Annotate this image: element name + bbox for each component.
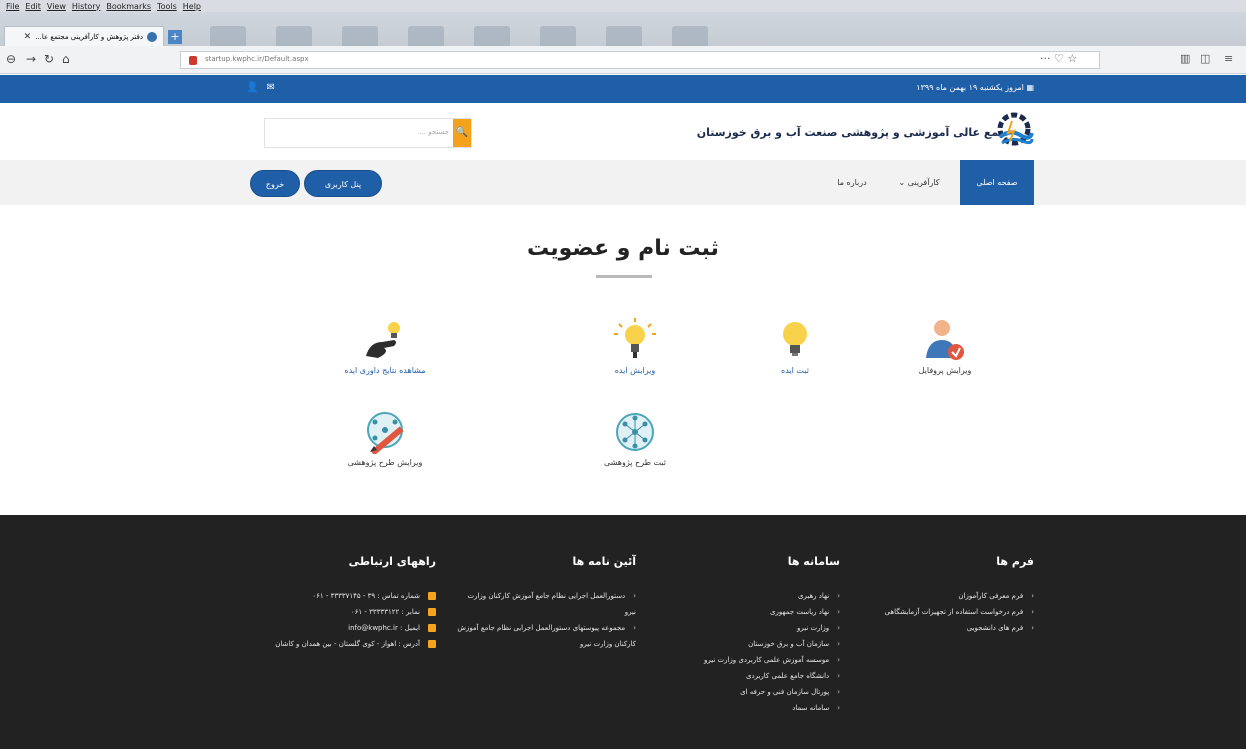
nav-home[interactable]: صفحه اصلی: [960, 160, 1034, 205]
menu-edit[interactable]: Edit: [25, 2, 41, 11]
hand-lightbulb-icon: [366, 322, 400, 358]
user-icon[interactable]: 👤: [246, 82, 258, 93]
footer-link[interactable]: پورتال سازمان فنی و حرفه ای: [660, 684, 840, 700]
contact-fax: نمابر : ۳۳۳۳۳۱۲۲ - ۰۶۱: [246, 604, 436, 620]
lightbulb-icon: [783, 322, 807, 356]
footer-forms-title: فرم ها: [996, 555, 1034, 568]
tile-label: ویرایش پروفایل: [918, 366, 972, 375]
site-logo-icon[interactable]: [990, 111, 1034, 151]
tile-label: ویرایش ایده: [614, 366, 656, 375]
network-icon: [616, 413, 654, 451]
footer-link[interactable]: دانشگاه جامع علمی کاربردی: [660, 668, 840, 684]
browser-toolbar: ⊖ → ↻ ⌂ startup.kwphc.ir/Default.aspx ··…: [0, 46, 1246, 74]
overflow-menu-icon[interactable]: ≡: [1224, 52, 1233, 65]
footer-regulations-title: آئین نامه ها: [572, 555, 636, 568]
close-tab-icon[interactable]: ✕: [24, 32, 32, 42]
footer-link[interactable]: فرم درخواست استفاده از تجهیزات آزمایشگاه…: [834, 604, 1034, 620]
tile-label: مشاهده نتایج داوری ایده: [344, 366, 426, 375]
mail-icon[interactable]: ✉: [266, 82, 274, 93]
menu-tools[interactable]: Tools: [157, 2, 177, 11]
menu-help[interactable]: Help: [183, 2, 201, 11]
phone-icon: [428, 592, 436, 600]
footer-regulations: آئین نامه ها دستورالعمل اجرایی نظام جامع…: [456, 555, 636, 652]
footer-systems: سامانه ها نهاد رهبری نهاد ریاست جمهوری و…: [660, 555, 840, 716]
contact-text[interactable]: ایمیل : info@kwphc.ir: [348, 624, 420, 632]
favicon-icon: [147, 31, 157, 42]
footer-contacts-title: راههای ارتباطی: [348, 555, 436, 568]
main-nav: صفحه اصلی کارآفرینی ⌄ درباره ما پنل کارب…: [0, 160, 1246, 205]
map-icon: [428, 640, 436, 648]
tab-title: دفتر پژوهش و کارآفرینی مجتمع عا...: [35, 32, 143, 41]
contact-address: آدرس : اهواز - کوی گلستان - بین همدان و …: [246, 636, 436, 652]
menu-history[interactable]: History: [72, 2, 100, 11]
menu-view[interactable]: View: [47, 2, 66, 11]
page-title: ثبت نام و عضویت: [527, 236, 719, 261]
network-pencil-icon: [367, 412, 404, 454]
footer-link[interactable]: دستورالعمل اجرایی نظام جامع آموزش کارکنا…: [456, 588, 637, 620]
lightbulb-shining-icon: [614, 318, 656, 358]
tile-edit-profile[interactable]: ویرایش پروفایل: [870, 318, 1020, 375]
tile-label: ویرایش طرح پژوهشی: [347, 458, 423, 467]
tile-idea-results[interactable]: مشاهده نتایج داوری ایده: [310, 318, 460, 375]
library-icon[interactable]: ▥: [1180, 52, 1190, 65]
search-box[interactable]: ... جستجو 🔍: [264, 118, 472, 148]
date-text: امروز یکشنبه ۱۹ بهمن ماه ۱۳۹۹: [916, 83, 1024, 92]
tile-edit-research[interactable]: ویرایش طرح پژوهشی: [310, 410, 460, 467]
browser-tabbar: دفتر پژوهش و کارآفرینی مجتمع عا... ✕ +: [0, 12, 1246, 54]
user-edit-icon: [926, 320, 964, 360]
url-text: startup.kwphc.ir/Default.aspx: [205, 55, 309, 63]
footer-systems-title: سامانه ها: [787, 555, 840, 568]
forward-icon[interactable]: →: [26, 52, 36, 66]
tile-register-idea[interactable]: ثبت ایده: [720, 318, 870, 375]
search-input[interactable]: ... جستجو: [419, 128, 449, 136]
sidebar-icon[interactable]: ◫: [1200, 52, 1210, 65]
title-underline: [596, 275, 652, 278]
footer-link[interactable]: سامانه سماد: [660, 700, 840, 716]
menu-file[interactable]: File: [6, 2, 19, 11]
tile-register-research[interactable]: ثبت طرح پژوهشی: [560, 410, 710, 467]
email-icon: [428, 624, 436, 632]
calendar-icon: ▦: [1026, 83, 1034, 92]
browser-menubar: File Edit View History Bookmarks Tools H…: [0, 0, 1246, 12]
tile-edit-idea[interactable]: ویرایش ایده: [560, 318, 710, 375]
top-info-strip: 👤 ✉ ▦ امروز یکشنبه ۱۹ بهمن ماه ۱۳۹۹: [0, 75, 1246, 103]
footer-link[interactable]: نهاد رهبری: [660, 588, 840, 604]
menu-bookmarks[interactable]: Bookmarks: [106, 2, 151, 11]
fax-icon: [428, 608, 436, 616]
footer-link[interactable]: موسسه آموزش علمی کاربردی وزارت نیرو: [660, 652, 840, 668]
tile-label: ثبت ایده: [781, 366, 809, 375]
site-name[interactable]: مجتمع عالی آموزشی و پژوهشی صنعت آب و برق…: [697, 126, 1018, 139]
contact-text: شماره تماس : ۳۹ - ۳۳۳۳۷۱۴۵ - ۰۶۱: [312, 592, 420, 600]
home-icon[interactable]: ⌂: [62, 52, 70, 66]
address-bar[interactable]: startup.kwphc.ir/Default.aspx: [180, 51, 1100, 69]
site-header: ... جستجو 🔍 مجتمع عالی آموزشی و پژوهشی ص…: [0, 103, 1246, 160]
site-footer: فرم ها فرم معرفی کارآموزان فرم درخواست ا…: [0, 515, 1246, 749]
contact-phone: شماره تماس : ۳۹ - ۳۳۳۳۷۱۴۵ - ۰۶۱: [246, 588, 436, 604]
contact-text: نمابر : ۳۳۳۳۳۱۲۲ - ۰۶۱: [350, 608, 420, 616]
footer-link[interactable]: وزارت نیرو: [660, 620, 840, 636]
today-date: ▦ امروز یکشنبه ۱۹ بهمن ماه ۱۳۹۹: [916, 83, 1034, 92]
user-panel-button[interactable]: پنل کاربری: [304, 170, 382, 197]
back-icon[interactable]: ⊖: [6, 52, 16, 66]
footer-link[interactable]: نهاد ریاست جمهوری: [660, 604, 840, 620]
nav-entrepreneurship[interactable]: کارآفرینی ⌄: [884, 160, 954, 205]
tile-label: ثبت طرح پژوهشی: [603, 458, 667, 467]
footer-link[interactable]: فرم های دانشجویی: [834, 620, 1034, 636]
contact-text: آدرس : اهواز - کوی گلستان - بین همدان و …: [275, 640, 420, 648]
reload-icon[interactable]: ↻: [44, 52, 54, 66]
search-button[interactable]: 🔍: [453, 119, 471, 147]
footer-forms: فرم ها فرم معرفی کارآموزان فرم درخواست ا…: [834, 555, 1034, 636]
footer-link[interactable]: سازمان آب و برق خوزستان: [660, 636, 840, 652]
browser-tab[interactable]: دفتر پژوهش و کارآفرینی مجتمع عا... ✕: [4, 26, 164, 46]
footer-contacts: راههای ارتباطی شماره تماس : ۳۹ - ۳۳۳۳۷۱۴…: [246, 555, 436, 652]
logout-button[interactable]: خروج: [250, 170, 300, 197]
insecure-lock-icon: [189, 56, 197, 65]
new-tab-button[interactable]: +: [168, 30, 182, 44]
footer-link[interactable]: مجموعه پیوستهای دستورالعمل اجرایی نظام ج…: [456, 620, 636, 652]
footer-link[interactable]: فرم معرفی کارآموزان: [834, 588, 1034, 604]
contact-email[interactable]: ایمیل : info@kwphc.ir: [246, 620, 436, 636]
page-actions[interactable]: ··· ♡ ☆: [1040, 52, 1077, 65]
nav-about[interactable]: درباره ما: [824, 160, 880, 205]
